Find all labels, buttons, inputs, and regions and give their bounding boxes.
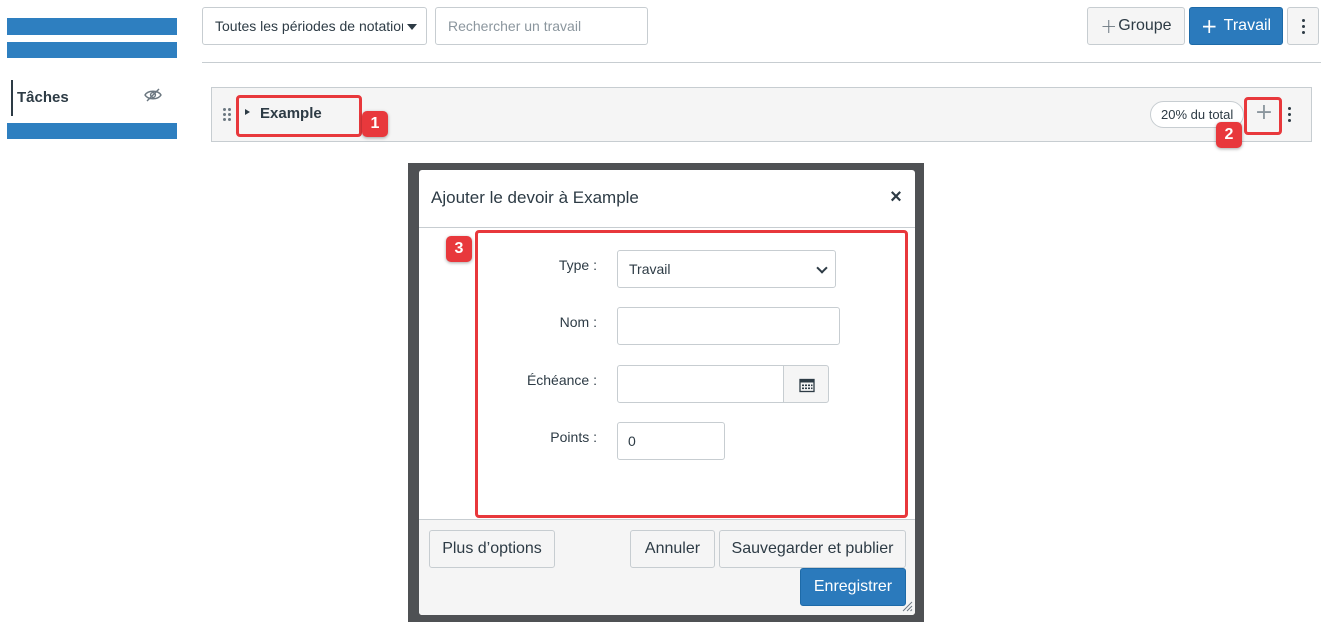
drag-handle-icon[interactable]: [222, 107, 232, 123]
dialog-header: Ajouter le devoir à Example ×: [419, 170, 915, 228]
options-menu-button[interactable]: [1287, 7, 1319, 45]
add-assignment-button[interactable]: + Travail: [1189, 7, 1283, 45]
callout-badge-3: 3: [446, 236, 472, 262]
callout-badge-2: 2: [1216, 122, 1242, 148]
dialog-title: Ajouter le devoir à Example: [431, 188, 639, 207]
plus-icon: +: [1200, 14, 1218, 38]
search-assignment-input[interactable]: [435, 7, 648, 45]
plus-icon: +: [1100, 14, 1118, 38]
sidebar-nav-item-bar-3[interactable]: [7, 123, 177, 139]
callout-badge-1: 1: [362, 111, 388, 137]
add-group-button[interactable]: + Groupe: [1087, 7, 1185, 45]
callout-highlight-1: [236, 95, 362, 137]
cancel-button[interactable]: Annuler: [630, 530, 715, 568]
sidebar-nav-item-bar-2[interactable]: [7, 42, 177, 58]
kebab-icon: [1297, 16, 1309, 36]
toolbar-divider: [202, 62, 1321, 63]
grading-period-value: Toutes les périodes de notation: [215, 18, 403, 34]
dialog-footer: Plus d’options Annuler Sauvegarder et pu…: [419, 519, 915, 615]
eye-slash-icon: [144, 88, 162, 102]
add-group-label: Groupe: [1118, 17, 1172, 34]
resize-handle-icon[interactable]: [901, 600, 913, 612]
save-button[interactable]: Enregistrer: [800, 568, 906, 606]
callout-highlight-2: [1244, 97, 1282, 135]
sidebar-nav-item-bar-1[interactable]: [7, 18, 177, 35]
callout-highlight-3: [475, 230, 908, 518]
add-assignment-label: Travail: [1223, 17, 1272, 34]
grading-period-select[interactable]: Toutes les périodes de notation: [202, 7, 427, 45]
save-and-publish-button[interactable]: Sauvegarder et publier: [719, 530, 906, 568]
caret-down-icon: [407, 24, 417, 30]
group-kebab-icon[interactable]: [1284, 102, 1296, 126]
sidebar-item-taches[interactable]: Tâches: [17, 89, 69, 106]
close-icon[interactable]: ×: [885, 186, 907, 210]
more-options-button[interactable]: Plus d’options: [429, 530, 555, 568]
sidebar-active-indicator: [11, 80, 13, 116]
